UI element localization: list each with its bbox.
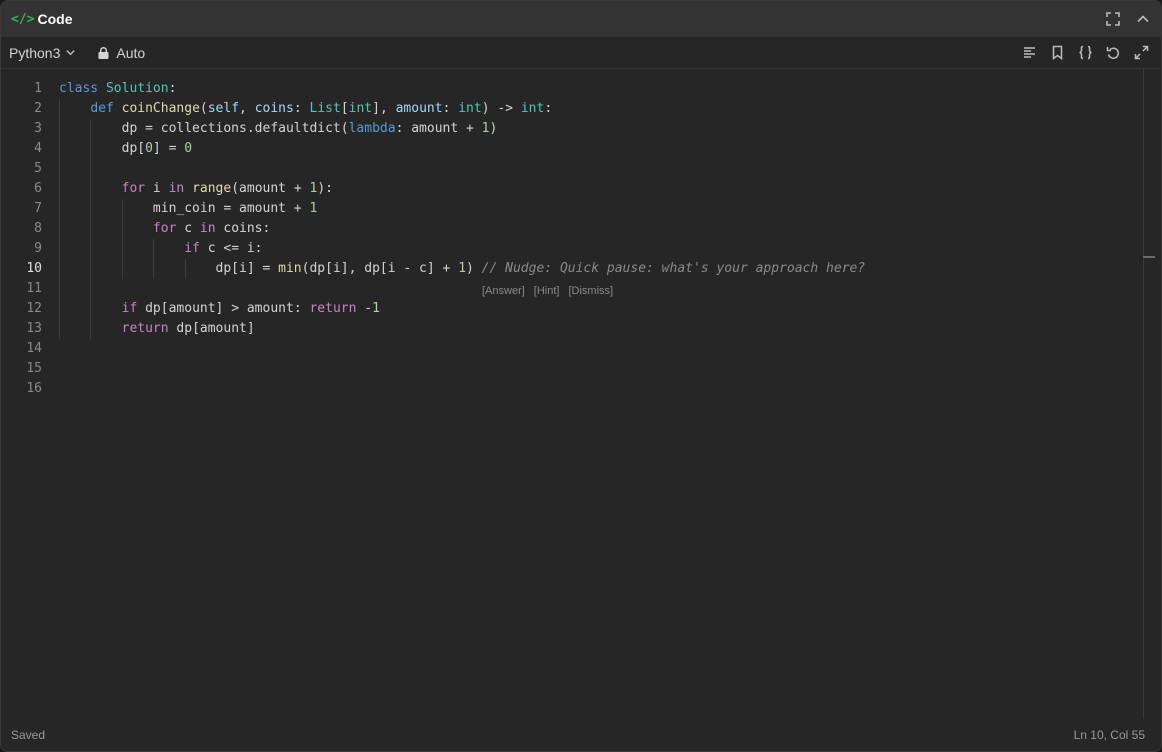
code-text: dp = collections.defaultdict(lambda: amo… (59, 121, 498, 136)
nudge-dismiss-button[interactable]: [Dismiss] (568, 285, 613, 297)
line-number: 16 (26, 381, 42, 396)
mode-label: Auto (116, 44, 146, 61)
code-text: return dp[amount] (121, 321, 255, 336)
nudge-actions: [Answer] [Hint] [Dismiss] (482, 285, 613, 297)
title-bar: </> Code (1, 1, 1161, 37)
line-number: 14 (26, 341, 42, 356)
code-text: dp[i] = min(dp[i], dp[i - c] + 1) // Nud… (59, 261, 866, 276)
code-line[interactable]: 2 def coinChange(self, coins: List[int],… (1, 99, 1101, 119)
line-number: 9 (34, 241, 42, 256)
line-number: 7 (34, 201, 42, 216)
bookmark-icon[interactable] (1049, 45, 1065, 61)
language-select[interactable]: Python3 (9, 45, 76, 61)
code-text: def coinChange(self, coins: List[int], a… (90, 101, 553, 116)
language-label: Python3 (9, 44, 61, 61)
line-number: 12 (26, 301, 42, 316)
chevron-down-icon (66, 50, 76, 56)
code-line[interactable]: 12 if dp[amount] > amount: return -1 (1, 299, 1101, 319)
code-text: min_coin = amount + 1 (59, 201, 318, 216)
save-status: Saved (11, 728, 46, 742)
line-number: 4 (34, 141, 42, 156)
code-text: class Solution: (59, 81, 177, 96)
code-line[interactable]: 1 class Solution: (1, 79, 1101, 99)
braces-icon[interactable] (1077, 45, 1093, 61)
undo-icon[interactable] (1105, 45, 1121, 61)
nudge-answer-button[interactable]: [Answer] (482, 285, 525, 297)
line-number: 1 (34, 81, 42, 96)
chevron-up-icon[interactable] (1135, 11, 1151, 27)
lock-icon (98, 46, 109, 59)
line-number: 6 (34, 181, 42, 196)
code-text: if c <= i: (184, 241, 263, 256)
editor-toolbar: Python3 Auto (1, 37, 1161, 69)
code-line[interactable]: 8 for c in coins: (1, 219, 1101, 239)
maximize-icon[interactable] (1133, 45, 1149, 61)
code-text: for c in coins: (152, 221, 271, 236)
line-number: 8 (34, 221, 42, 236)
code-line[interactable]: 10 dp[i] = min(dp[i], dp[i - c] + 1) // … (1, 259, 1101, 279)
code-line[interactable]: 15 (1, 359, 1101, 379)
code-line[interactable]: 16 (1, 379, 1101, 399)
line-number: 3 (34, 121, 42, 136)
mode-indicator[interactable]: Auto (98, 45, 145, 61)
code-line[interactable]: 4 dp[0] = 0 (1, 139, 1101, 159)
code-text: dp[0] = 0 (59, 141, 193, 156)
code-line[interactable]: 14 (1, 339, 1101, 359)
nudge-hint-button[interactable]: [Hint] (534, 285, 560, 297)
code-line[interactable]: 7 min_coin = amount + 1 (1, 199, 1101, 219)
line-number: 11 (26, 281, 42, 296)
code-text: for i in range(amount + 1): (121, 181, 333, 196)
code-text: if dp[amount] > amount: return -1 (121, 301, 380, 316)
code-icon: </> (11, 11, 35, 27)
panel-title: Code (37, 11, 73, 27)
line-number: 13 (26, 321, 42, 336)
line-number: 5 (34, 161, 42, 176)
code-line[interactable]: 5 (1, 159, 1101, 179)
line-number: 15 (26, 361, 42, 376)
code-editor[interactable]: 1 class Solution: 2 def coinChange(self, c… (1, 69, 1161, 719)
scroll-position-marker (1143, 256, 1155, 258)
status-bar: Saved Ln 10, Col 55 (1, 719, 1161, 751)
format-icon[interactable] (1021, 45, 1037, 61)
code-line[interactable]: 9 if c <= i: (1, 239, 1101, 259)
vertical-scrollbar[interactable] (1143, 69, 1144, 719)
code-line[interactable]: 6 for i in range(amount + 1): (1, 179, 1101, 199)
line-number: 2 (34, 101, 42, 116)
code-line[interactable]: 3 dp = collections.defaultdict(lambda: a… (1, 119, 1101, 139)
line-number: 10 (26, 261, 42, 276)
code-line[interactable]: 13 return dp[amount] (1, 319, 1101, 339)
cursor-position: Ln 10, Col 55 (1073, 728, 1145, 742)
expand-icon[interactable] (1105, 11, 1121, 27)
code-panel: </> Code Python3 Auto 1 class Solution: … (0, 0, 1162, 752)
